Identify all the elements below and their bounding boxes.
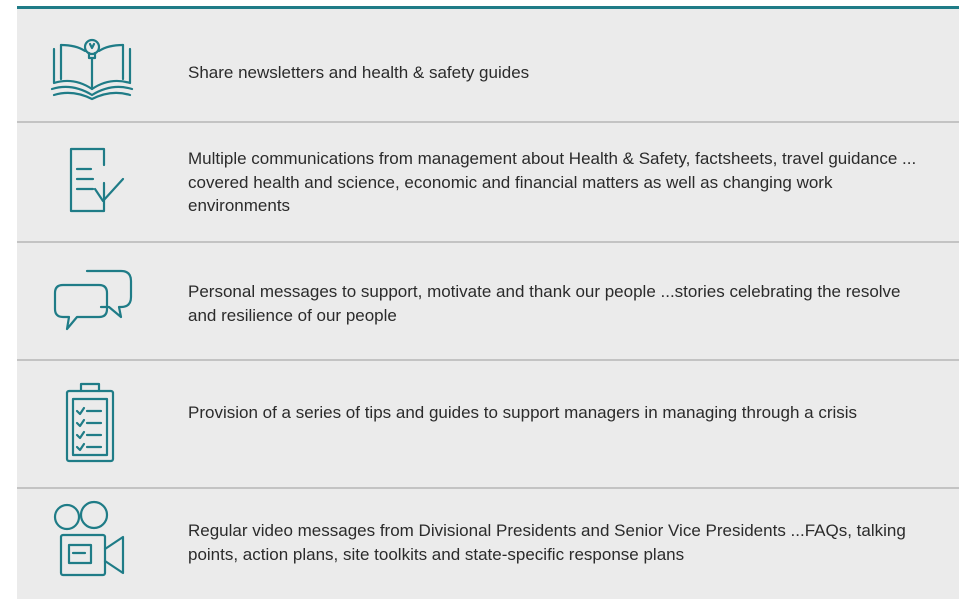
row-text: Multiple communications from management … bbox=[188, 149, 917, 215]
open-book-lightbulb-icon bbox=[47, 33, 137, 103]
row-text: Share newsletters and health & safety gu… bbox=[188, 63, 530, 82]
communications-panel: Share newsletters and health & safety gu… bbox=[17, 6, 959, 599]
clipboard-checklist-icon bbox=[47, 381, 137, 467]
video-camera-icon bbox=[47, 500, 137, 581]
list-item: Provision of a series of tips and guides… bbox=[17, 361, 959, 487]
list-item: Share newsletters and health & safety gu… bbox=[17, 9, 959, 121]
row-text: Provision of a series of tips and guides… bbox=[188, 403, 858, 422]
speech-bubbles-icon bbox=[47, 263, 137, 333]
list-item: Multiple communications from management … bbox=[17, 123, 959, 241]
list-item: Regular video messages from Divisional P… bbox=[17, 489, 959, 602]
row-text: Personal messages to support, motivate a… bbox=[188, 282, 901, 325]
list-item: Personal messages to support, motivate a… bbox=[17, 243, 959, 359]
document-checkmark-icon bbox=[47, 145, 137, 215]
row-text: Regular video messages from Divisional P… bbox=[188, 521, 906, 564]
